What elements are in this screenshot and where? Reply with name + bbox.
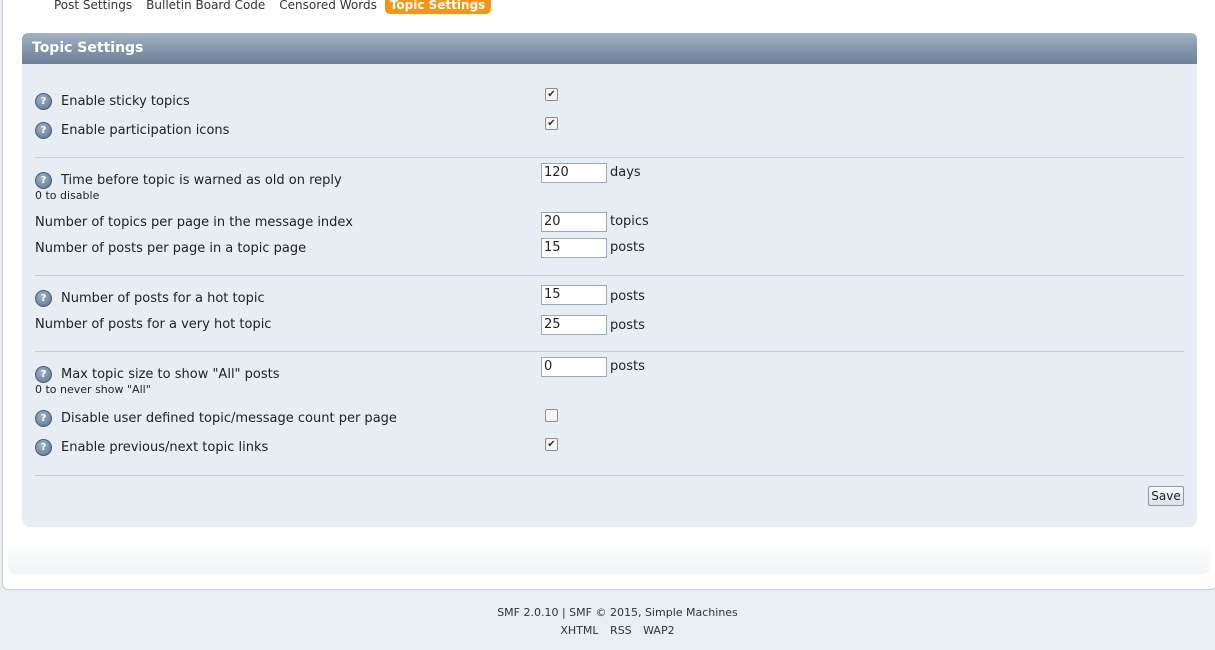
setting-hint: 0 to never show "All" xyxy=(35,383,151,396)
footer-link-wap2[interactable]: WAP2 xyxy=(643,624,674,637)
setting-hint: 0 to disable xyxy=(35,189,100,202)
setting-label: Number of posts for a very hot topic xyxy=(35,317,272,332)
disable-user-count-checkbox[interactable] xyxy=(545,409,558,422)
divider xyxy=(35,475,1184,476)
sticky-checkbox[interactable]: ✔ xyxy=(545,88,558,101)
unit-label: days xyxy=(610,165,641,180)
save-button[interactable]: Save xyxy=(1148,486,1184,506)
help-icon[interactable]: ? xyxy=(35,290,52,307)
footer-copyright: SMF 2.0.10 | SMF © 2015, Simple Machines xyxy=(497,606,738,619)
help-icon[interactable]: ? xyxy=(35,410,52,427)
help-icon[interactable]: ? xyxy=(35,366,52,383)
very-hot-topic-input[interactable]: 25 xyxy=(541,315,607,335)
footer-link-rss[interactable]: RSS xyxy=(610,624,632,637)
setting-label: Max topic size to show "All" posts xyxy=(61,367,280,382)
unit-label: topics xyxy=(610,214,649,229)
footer: SMF 2.0.10 | SMF © 2015, Simple Machines… xyxy=(0,606,1215,637)
tab-bulletin-board-code[interactable]: Bulletin Board Code xyxy=(138,0,271,14)
topics-per-page-input[interactable]: 20 xyxy=(541,212,607,232)
max-all-input[interactable]: 0 xyxy=(541,357,607,377)
setting-label: Enable previous/next topic links xyxy=(61,440,269,455)
setting-label: Enable sticky topics xyxy=(61,94,190,109)
help-icon[interactable]: ? xyxy=(35,93,52,110)
tab-post-settings[interactable]: Post Settings xyxy=(46,0,138,14)
setting-label: Enable participation icons xyxy=(61,123,230,138)
footer-links: XHTML RSS WAP2 xyxy=(0,624,1215,637)
unit-label: posts xyxy=(610,318,645,333)
unit-label: posts xyxy=(610,289,645,304)
content-bottom xyxy=(8,540,1211,574)
help-icon[interactable]: ? xyxy=(35,439,52,456)
participation-checkbox[interactable]: ✔ xyxy=(545,117,558,130)
divider xyxy=(35,351,1184,352)
help-icon[interactable]: ? xyxy=(35,172,52,189)
setting-label: Number of posts per page in a topic page xyxy=(35,241,307,256)
setting-label: Disable user defined topic/message count… xyxy=(61,411,397,426)
divider xyxy=(35,275,1184,276)
divider xyxy=(35,157,1184,158)
section-title: Topic Settings xyxy=(32,40,144,56)
hot-topic-input[interactable]: 15 xyxy=(541,285,607,305)
settings-tabs: Post Settings Bulletin Board Code Censor… xyxy=(46,0,492,14)
settings-panel: ? Enable sticky topics ✔ ? Enable partic… xyxy=(22,64,1197,527)
tab-topic-settings[interactable]: Topic Settings xyxy=(384,0,492,14)
prev-next-checkbox[interactable]: ✔ xyxy=(545,438,558,451)
unit-label: posts xyxy=(610,359,645,374)
section-header: Topic Settings xyxy=(22,33,1197,64)
help-icon[interactable]: ? xyxy=(35,122,52,139)
setting-label: Number of posts for a hot topic xyxy=(61,291,265,306)
tab-censored-words[interactable]: Censored Words xyxy=(271,0,383,14)
posts-per-page-input[interactable]: 15 xyxy=(541,238,607,258)
old-warn-input[interactable]: 120 xyxy=(541,163,607,183)
footer-link-xhtml[interactable]: XHTML xyxy=(560,624,598,637)
setting-label: Number of topics per page in the message… xyxy=(35,215,353,230)
setting-label: Time before topic is warned as old on re… xyxy=(61,173,342,188)
unit-label: posts xyxy=(610,240,645,255)
